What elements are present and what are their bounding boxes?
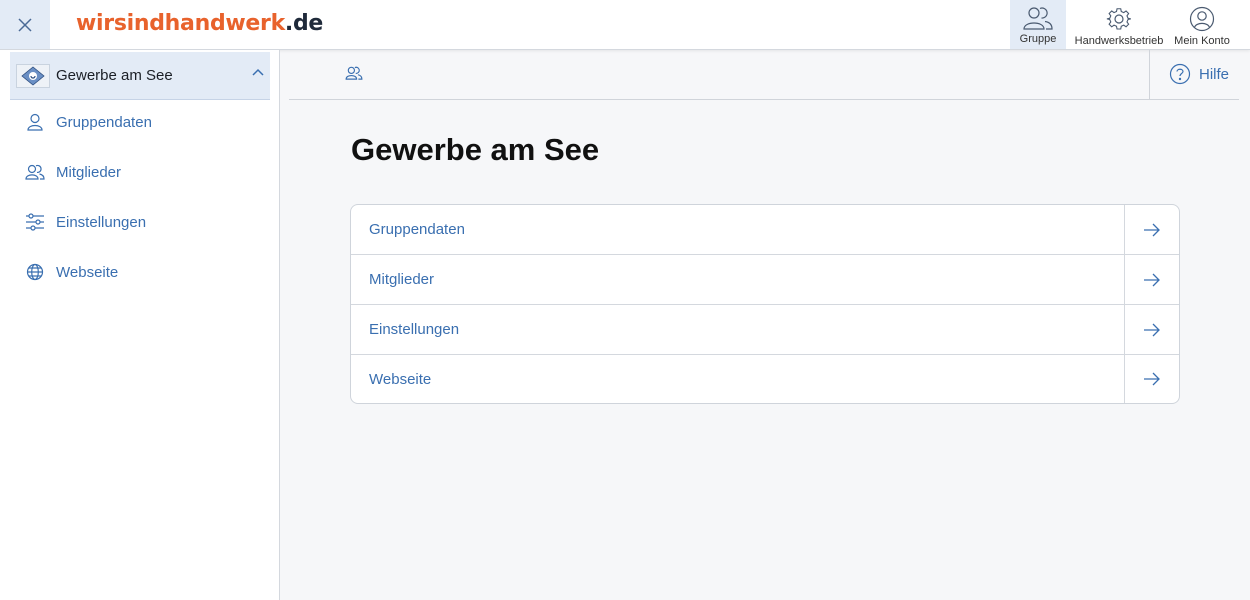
arrow-button[interactable]: [1124, 255, 1179, 304]
list-item-webseite[interactable]: Webseite: [351, 355, 1179, 403]
nav-mein-konto[interactable]: Mein Konto: [1170, 0, 1234, 49]
nav-handwerksbetrieb-label: Handwerksbetrieb: [1074, 35, 1164, 47]
users-icon[interactable]: [345, 66, 363, 80]
help-label: Hilfe: [1199, 65, 1230, 83]
sidebar-item-webseite[interactable]: Webseite: [24, 260, 118, 284]
sidebar-item-einstellungen[interactable]: Einstellungen: [24, 210, 146, 234]
list-item-label: Gruppendaten: [369, 221, 465, 238]
list-item-gruppendaten[interactable]: Gruppendaten: [351, 205, 1179, 255]
sidebar-item-label: Einstellungen: [56, 213, 147, 231]
gear-icon: [1106, 8, 1131, 30]
page-title: Gewerbe am See: [351, 132, 600, 167]
group-icon: [1023, 7, 1053, 30]
users-icon: [25, 164, 45, 180]
logo-text-part1: wirsind: [76, 11, 165, 36]
group-selector[interactable]: Gewerbe am See: [10, 52, 270, 100]
arrow-button[interactable]: [1124, 205, 1179, 254]
list-item-mitglieder[interactable]: Mitglieder: [351, 255, 1179, 305]
group-logo-icon: [21, 65, 45, 86]
arrow-right-icon: [1144, 372, 1160, 386]
nav-mein-konto-label: Mein Konto: [1174, 35, 1230, 47]
sidebar-item-label: Gruppendaten: [56, 113, 152, 131]
arrow-button[interactable]: [1124, 355, 1179, 403]
close-button[interactable]: [0, 0, 50, 49]
top-bar: wirsindhandwerk.de Gruppe Handwerksbetri…: [0, 0, 1250, 50]
nav-handwerksbetrieb[interactable]: Handwerksbetrieb: [1070, 0, 1168, 49]
sliders-icon: [26, 213, 44, 231]
toolbar-divider: [1149, 50, 1150, 100]
list-item-label: Einstellungen: [369, 321, 460, 338]
brand-logo[interactable]: wirsindhandwerk.de: [76, 11, 323, 36]
sidebar: Gewerbe am See Gruppendaten Mitglieder E…: [0, 50, 280, 600]
logo-text-part3: .de: [284, 11, 324, 36]
arrow-right-icon: [1144, 223, 1160, 236]
sub-toolbar: Hilfe: [289, 50, 1239, 100]
logo-text-part2: handwerk: [164, 11, 286, 36]
group-name: Gewerbe am See: [56, 67, 173, 84]
list-item-einstellungen[interactable]: Einstellungen: [351, 305, 1179, 355]
globe-icon: [26, 263, 44, 281]
chevron-up-icon: [252, 68, 264, 76]
arrow-button[interactable]: [1124, 305, 1179, 354]
user-circle-icon: [1189, 6, 1215, 32]
arrow-right-icon: [1144, 323, 1160, 336]
nav-gruppe-label: Gruppe: [1019, 33, 1057, 45]
sidebar-item-gruppendaten[interactable]: Gruppendaten: [24, 110, 152, 134]
nav-gruppe[interactable]: Gruppe: [1010, 0, 1066, 49]
user-icon: [27, 113, 43, 131]
sidebar-item-mitglieder[interactable]: Mitglieder: [24, 160, 121, 184]
arrow-right-icon: [1144, 273, 1160, 286]
list-item-label: Mitglieder: [369, 271, 435, 288]
list-item-label: Webseite: [369, 370, 432, 388]
help-icon: [1169, 63, 1191, 85]
close-icon: [18, 17, 32, 32]
sidebar-item-label: Mitglieder: [56, 163, 122, 181]
group-logo: [16, 63, 50, 88]
sidebar-item-label: Webseite: [56, 263, 119, 281]
navigation-list: Gruppendaten Mitglieder Einstellungen We…: [350, 204, 1180, 404]
help-button[interactable]: Hilfe: [1169, 63, 1229, 85]
